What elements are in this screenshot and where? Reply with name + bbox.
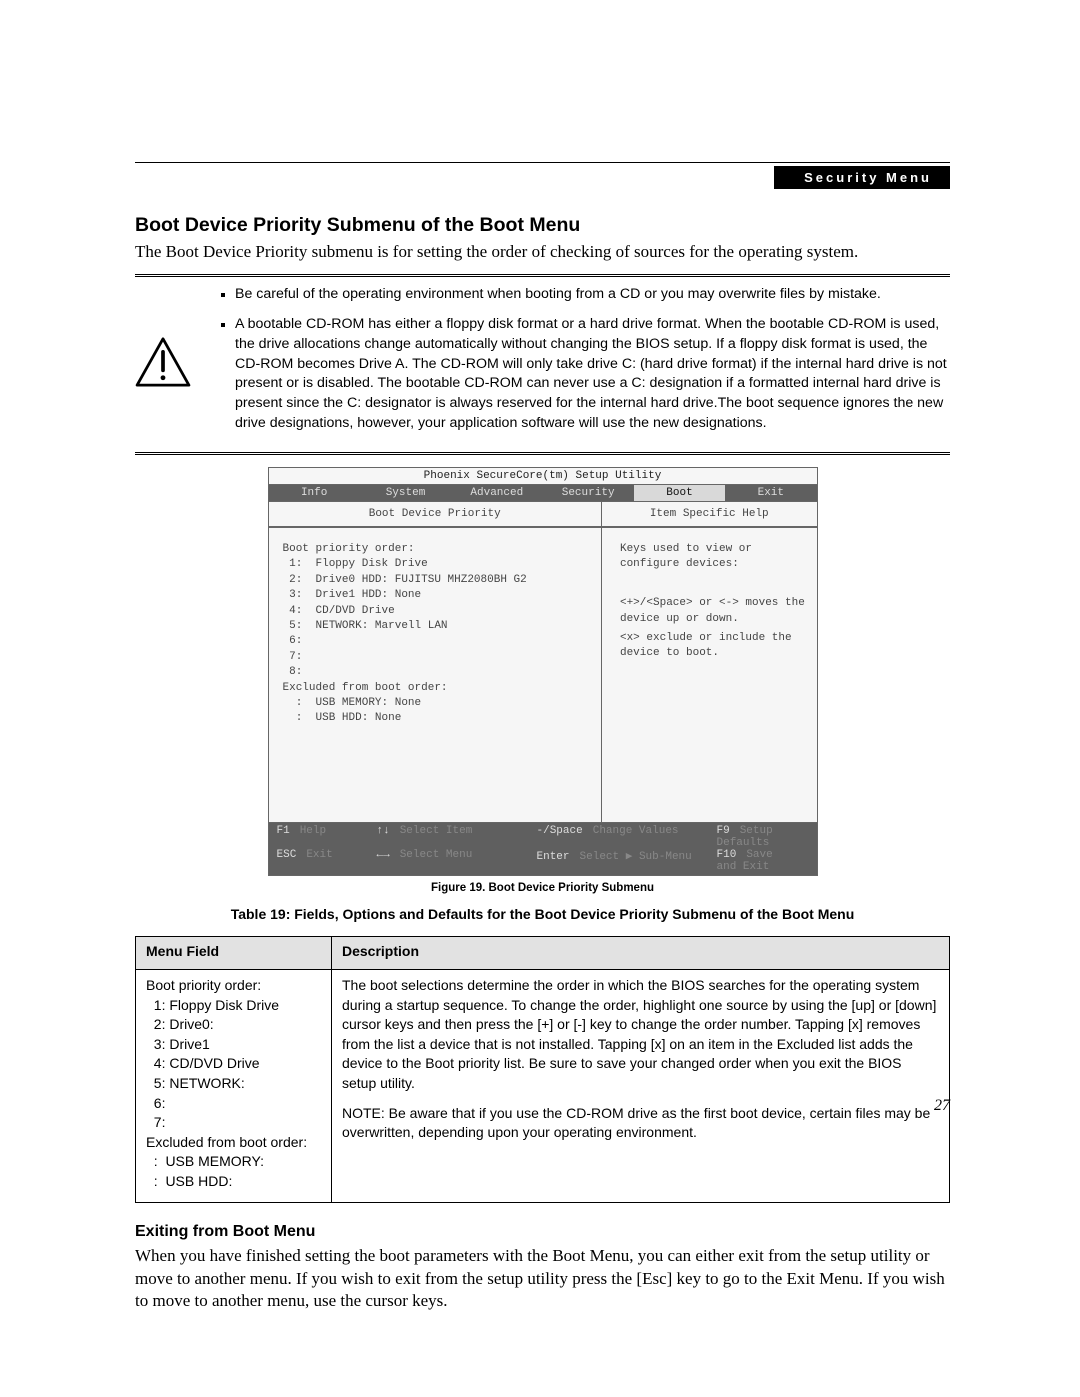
options-table: Menu Field Description Boot priority ord… [135,936,950,1203]
bios-left-heading: Boot Device Priority [269,501,601,527]
exit-body: When you have finished setting the boot … [135,1245,950,1314]
section-heading: Boot Device Priority Submenu of the Boot… [135,214,950,237]
bios-title: Phoenix SecureCore(tm) Setup Utility [268,467,818,484]
bios-boot-list: Boot priority order: 1: Floppy Disk Driv… [269,527,601,822]
th-description: Description [332,937,950,970]
bios-tab-advanced: Advanced [451,485,542,501]
warning-bullet-1: Be careful of the operating environment … [235,285,950,305]
td-description: The boot selections determine the order … [332,970,950,1203]
warning-icon [135,337,205,392]
exit-heading: Exiting from Boot Menu [135,1223,950,1241]
figure-caption: Figure 19. Boot Device Priority Submenu [135,882,950,894]
th-menu-field: Menu Field [136,937,332,970]
bios-tab-security: Security [542,485,633,501]
table-caption: Table 19: Fields, Options and Defaults f… [135,906,950,922]
bios-screenshot: Phoenix SecureCore(tm) Setup Utility Inf… [268,467,818,876]
bios-footer: F1Help ↑↓Select Item -/SpaceChange Value… [268,822,818,876]
section-intro: The Boot Device Priority submenu is for … [135,241,950,264]
security-menu-tag: Security Menu [774,166,950,189]
bios-tab-row: Info System Advanced Security Boot Exit [268,484,818,501]
bios-tab-exit: Exit [725,485,816,501]
bios-right-heading: Item Specific Help [602,501,817,527]
bios-help-text: Keys used to view or configure devices: … [602,527,817,782]
page-top-rule [135,162,950,163]
bios-tab-boot: Boot [634,485,725,501]
warning-bullet-2: A bootable CD-ROM has either a floppy di… [235,315,950,434]
double-rule-top [135,274,950,277]
bios-tab-info: Info [269,485,360,501]
bios-tab-system: System [360,485,451,501]
double-rule-bottom [135,452,950,455]
td-menu-field: Boot priority order: 1: Floppy Disk Driv… [136,970,332,1203]
page-number: 27 [934,1097,950,1115]
warning-text: Be careful of the operating environment … [205,285,950,444]
